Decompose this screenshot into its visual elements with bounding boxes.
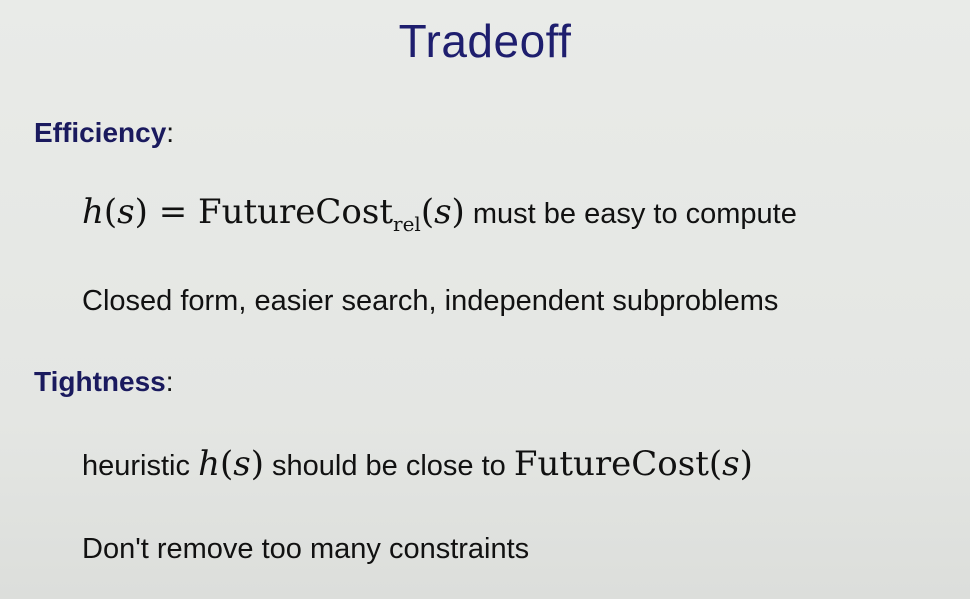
efficiency-formula-line: h(s) = FutureCostrel(s) must be easy to …	[82, 192, 797, 236]
efficiency-formula-text: must be easy to compute	[472, 198, 797, 230]
tightness-futurecost-math: FutureCost(s)	[514, 444, 753, 484]
tightness-fc-s: s	[722, 444, 740, 484]
efficiency-colon: :	[166, 117, 175, 148]
tightness-formula-line: heuristic h(s) should be close to Future…	[82, 444, 753, 484]
slide-title: Tradeoff	[398, 15, 572, 67]
tightness-s: s	[233, 444, 251, 484]
efficiency-heading: Efficiency:	[34, 117, 174, 149]
formula-arg-open: (	[420, 192, 435, 232]
tightness-fc-close: )	[739, 444, 753, 484]
formula-subscript: rel	[393, 212, 421, 236]
formula-s: s	[117, 192, 135, 232]
tightness-h-math: h(s)	[198, 444, 264, 484]
efficiency-heading-label: Efficiency	[34, 117, 167, 148]
tightness-colon: :	[165, 366, 174, 397]
tightness-detail: Don't remove too many constraints	[82, 533, 530, 565]
efficiency-formula: h(s) = FutureCostrel(s)	[82, 192, 465, 236]
formula-futurecost: ) = FutureCost	[134, 192, 394, 232]
formula-h: h	[82, 192, 104, 232]
tightness-heading-label: Tightness	[34, 366, 166, 397]
tightness-close: )	[250, 444, 264, 484]
formula-open-paren: (	[103, 192, 118, 232]
tightness-heading: Tightness:	[34, 366, 174, 398]
tightness-lead: heuristic	[82, 450, 190, 482]
tightness-futurecost: FutureCost(	[513, 444, 723, 484]
tightness-open: (	[219, 444, 234, 484]
tightness-middle: should be close to	[272, 450, 506, 482]
efficiency-detail: Closed form, easier search, independent …	[82, 285, 779, 317]
formula-arg-s: s	[434, 192, 452, 232]
tightness-h: h	[198, 444, 220, 484]
formula-arg-close: )	[451, 192, 465, 232]
